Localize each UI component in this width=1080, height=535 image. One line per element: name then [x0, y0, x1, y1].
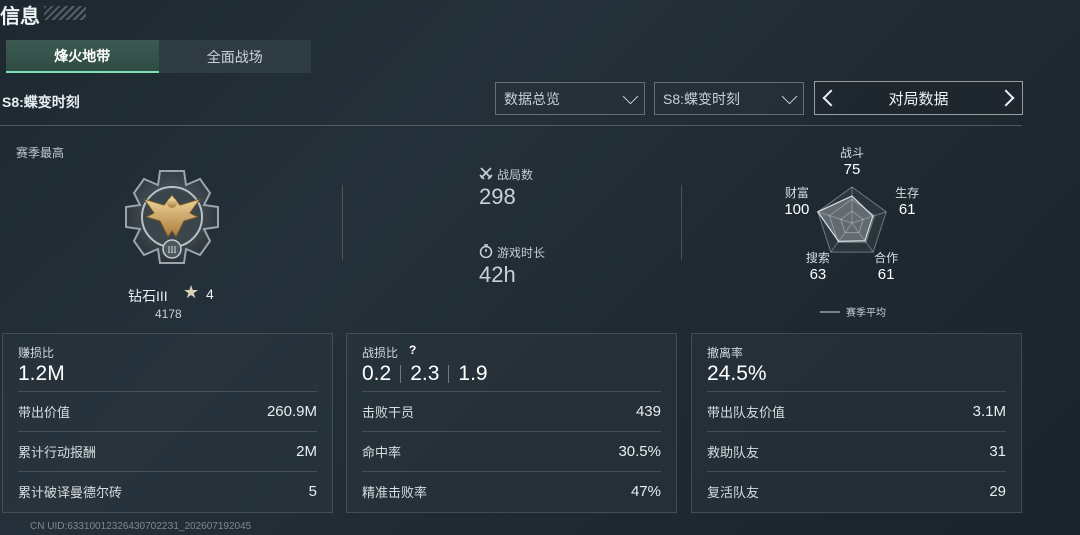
uid-footer: CN UID:633100123264307022З1_202607192045	[30, 521, 252, 532]
kd-values: 0.2 2.3 1.9	[362, 362, 488, 386]
panel-title: 战损比	[362, 346, 399, 360]
stat-value: 47%	[630, 482, 661, 500]
season-best-label: 赛季最高	[16, 146, 65, 160]
stat-label: 累计破译曼德尔砖	[18, 484, 123, 500]
stat-label: 精准击败率	[362, 484, 428, 500]
chevron-down-icon	[622, 88, 639, 104]
stat-label: 带出队友价值	[707, 404, 786, 420]
playtime-label: 游戏时长	[497, 246, 546, 260]
radar-axis-value: 61	[878, 266, 895, 283]
tab-full-battlefield[interactable]: 全面战场	[159, 40, 312, 73]
divider	[448, 365, 450, 383]
divider	[681, 185, 682, 260]
stat-label: 救助队友	[707, 444, 760, 460]
stat-row: 精准击败率 47%	[362, 471, 661, 510]
stat-value: 2M	[296, 442, 317, 460]
stat-label: 击败干员	[362, 404, 415, 420]
radar-axis-label: 合作	[874, 250, 898, 265]
stat-label: 累计行动报酬	[18, 444, 97, 460]
radar-axis-label: 财富	[785, 185, 809, 200]
chevron-left-icon[interactable]	[822, 89, 840, 107]
stat-row: 复活队友 29	[707, 471, 1006, 510]
season-label: S8:蝶变时刻	[2, 94, 80, 110]
stat-row: 带出价值 260.9M	[18, 391, 317, 430]
mode-tabs: 烽火地带 全面战场	[6, 40, 311, 73]
stat-row: 累计破译曼德尔砖 5	[18, 471, 317, 510]
radar-axis-value: 75	[844, 161, 861, 178]
panel-title: 赚损比	[18, 346, 55, 360]
radar-chart: 战斗75生存61合作61搜索63财富100赛季平均	[784, 146, 919, 319]
profit-panel: 赚损比 1.2M 带出价值 260.9M 累计行动报酬 2M 累计破译曼德尔砖 5	[2, 333, 333, 513]
rank-badge-icon: III	[125, 170, 219, 264]
page-title: 信息	[0, 6, 40, 28]
kd-value: 0.2	[362, 362, 392, 385]
radar-axis-value: 61	[899, 201, 916, 218]
svg-text:III: III	[168, 245, 177, 255]
radar-axis-label: 搜索	[806, 250, 830, 265]
stat-value: 30.5%	[618, 442, 661, 460]
season-dropdown-label: S8:蝶变时刻	[663, 90, 741, 107]
rank-stars: 4	[206, 286, 214, 302]
chevron-right-icon[interactable]	[997, 89, 1015, 107]
radar-axis-label: 战斗	[840, 146, 864, 160]
season-dropdown[interactable]: S8:蝶变时刻	[654, 82, 804, 115]
legend-label: 赛季平均	[846, 306, 886, 319]
kd-value: 2.3	[410, 362, 440, 385]
stat-row: 累计行动报酬 2M	[18, 431, 317, 470]
overview-dropdown[interactable]: 数据总览	[495, 82, 645, 115]
panel-value: 1.2M	[18, 362, 65, 385]
stat-row: 击败干员 439	[362, 391, 661, 430]
stat-label: 复活队友	[707, 484, 760, 500]
crossed-swords-icon	[479, 167, 493, 180]
matches-value: 298	[479, 184, 516, 209]
stat-label: 带出价值	[18, 404, 71, 420]
star-icon: ★	[183, 282, 200, 302]
rank-tier: 钻石III	[128, 288, 168, 304]
match-data-label: 对局数据	[888, 90, 949, 108]
kd-value: 1.9	[458, 362, 488, 385]
kd-panel: 战损比 ? 0.2 2.3 1.9 击败干员 439 命中率 30.5% 精准击败率…	[346, 333, 677, 513]
rank-score: 4178	[155, 307, 182, 321]
stat-value: 260.9M	[266, 402, 317, 420]
divider	[400, 365, 402, 383]
stopwatch-icon	[479, 244, 493, 258]
stat-row: 救助队友 31	[707, 431, 1006, 470]
stat-value: 31	[989, 442, 1006, 460]
help-icon[interactable]: ?	[409, 343, 416, 357]
overview-dropdown-label: 数据总览	[504, 90, 560, 107]
stat-label: 命中率	[362, 444, 402, 460]
stat-row: 命中率 30.5%	[362, 431, 661, 470]
header-divider	[0, 125, 1022, 126]
stat-row: 带出队友价值 3.1M	[707, 391, 1006, 430]
panel-value: 24.5%	[707, 362, 767, 385]
radar-axis-label: 生存	[895, 186, 919, 200]
stat-value: 439	[635, 402, 661, 420]
radar-axis-value: 63	[810, 266, 827, 283]
radar-axis-value: 100	[784, 201, 809, 218]
panel-title: 撤离率	[707, 346, 744, 360]
stat-value: 5	[308, 482, 317, 500]
divider	[342, 185, 343, 260]
stat-value: 3.1M	[972, 402, 1006, 420]
playtime-value: 42h	[479, 262, 516, 287]
extract-panel: 撤离率 24.5% 带出队友价值 3.1M 救助队友 31 复活队友 29	[691, 333, 1022, 513]
chevron-down-icon	[781, 88, 798, 104]
stat-value: 29	[989, 482, 1006, 500]
tab-firezone[interactable]: 烽火地带	[6, 40, 159, 73]
title-decoration	[44, 6, 86, 20]
match-data-nav: 对局数据	[814, 81, 1023, 115]
matches-label: 战局数	[497, 168, 534, 182]
